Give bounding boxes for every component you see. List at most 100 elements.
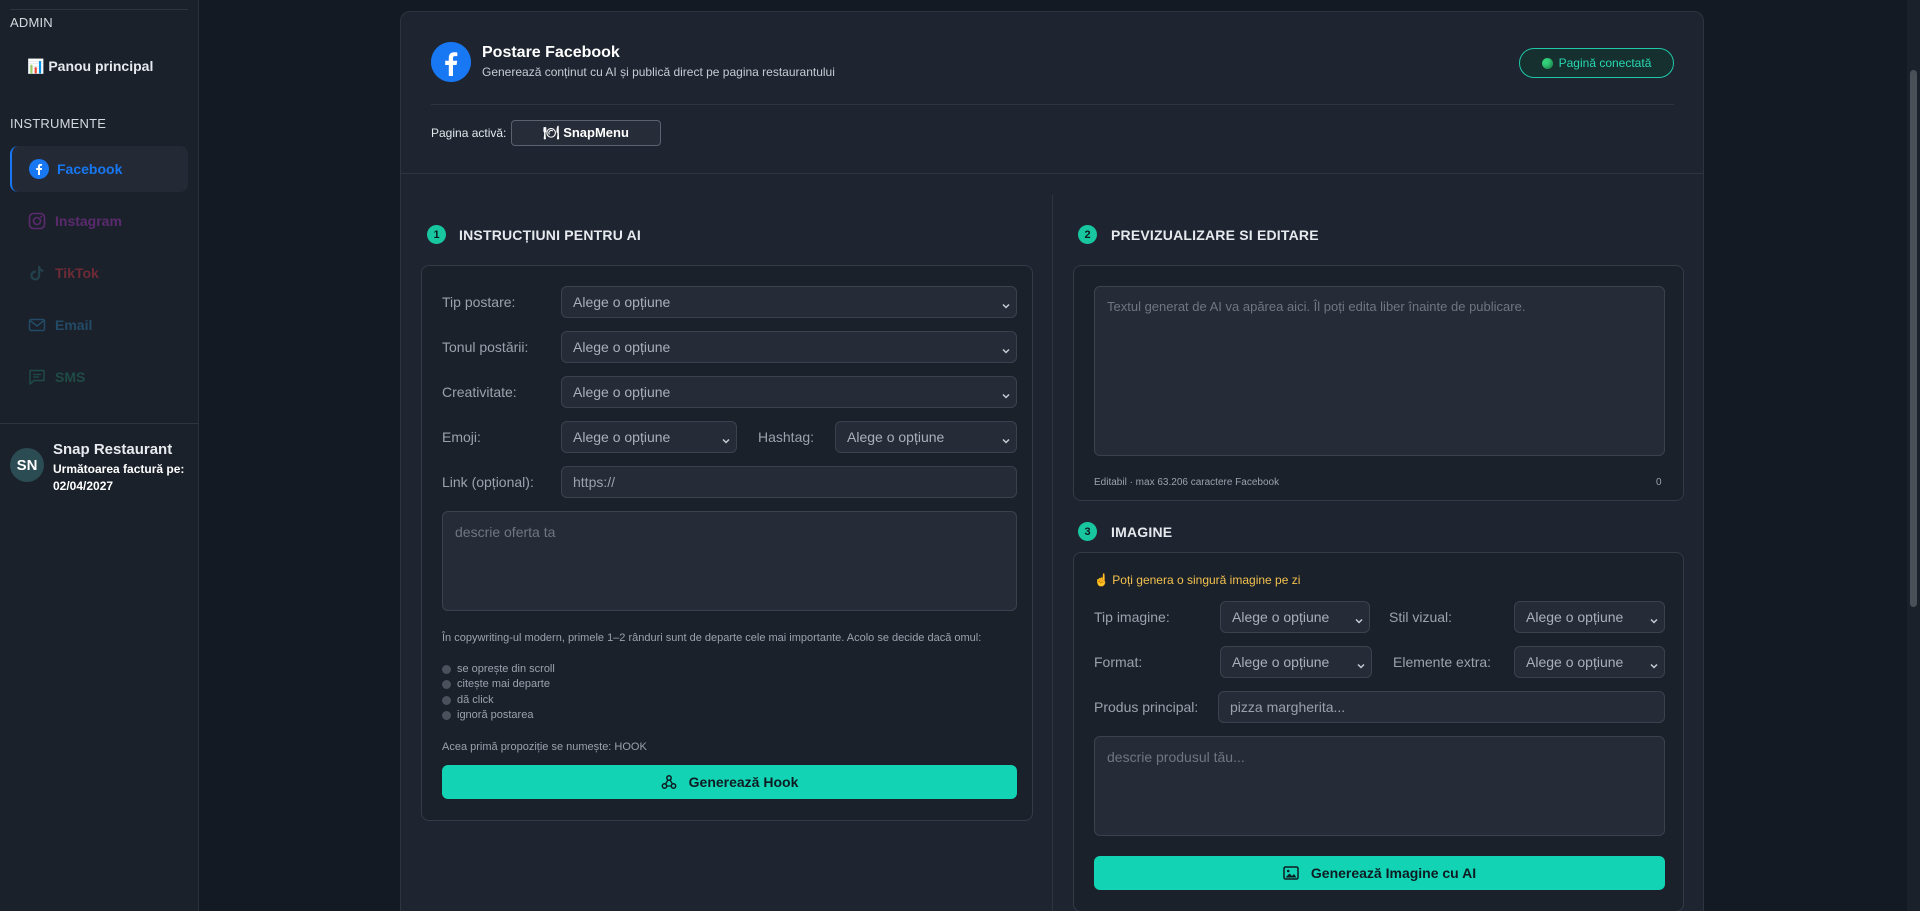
generate-hook-button[interactable]: Generează Hook [442, 765, 1017, 799]
chevron-down-icon [1354, 613, 1364, 629]
image-title: IMAGINE [1111, 524, 1173, 540]
bullet-text: citește mai departe [457, 678, 550, 690]
bullet-dot-icon [442, 679, 451, 689]
facebook-post-card: Postare Facebook Generează conținut cu A… [400, 11, 1704, 911]
hashtag-select[interactable]: Alege o opțiune [835, 421, 1017, 453]
image-icon [1283, 866, 1299, 880]
tone-label: Tonul postării: [442, 339, 529, 355]
instructions-panel: Tip postare: Alege o opțiune Tonul postă… [421, 265, 1033, 821]
creativity-select[interactable]: Alege o opțiune [561, 376, 1017, 408]
connected-status-badge: Pagină conectată [1519, 48, 1674, 78]
sidebar-item-label: Instagram [55, 213, 122, 229]
bullet-dot-icon [442, 710, 451, 720]
column-divider [1052, 195, 1053, 911]
sidebar-item-label: Email [55, 317, 93, 333]
creativity-label: Creativitate: [442, 384, 517, 400]
sidebar-item-sms[interactable]: SMS [10, 354, 188, 400]
extra-elements-value: Alege o opțiune [1526, 654, 1624, 670]
generate-image-label: Generează Imagine cu AI [1310, 865, 1477, 881]
bullet-text: dă click [457, 694, 494, 706]
envelope-icon [27, 315, 47, 335]
format-label: Format: [1094, 654, 1143, 670]
bullet-dot-icon [442, 695, 451, 705]
scrollbar-thumb[interactable] [1910, 70, 1917, 607]
preview-panel: Textul generat de AI va apărea aici. Îl … [1073, 265, 1684, 501]
instructions-title: INSTRUCȚIUNI PENTRU AI [459, 227, 641, 243]
instagram-icon [27, 211, 47, 231]
next-invoice-date: 02/04/2027 [53, 479, 114, 493]
step-3-badge: 3 [1078, 522, 1097, 541]
hashtag-label: Hashtag: [758, 429, 815, 445]
emoji-value: Alege o opțiune [573, 429, 671, 445]
character-count: 0 [1656, 477, 1662, 488]
sidebar: ADMIN 📊 Panou principal INSTRUMENTE Face… [0, 0, 199, 911]
emoji-select[interactable]: Alege o opțiune [561, 421, 737, 453]
post-type-label: Tip postare: [442, 294, 516, 310]
sidebar-item-tiktok[interactable]: TikTok [10, 250, 188, 296]
step-2-badge: 2 [1078, 225, 1097, 244]
hook-note: Acea primă propoziție se numește: HOOK [442, 741, 647, 753]
image-type-value: Alege o opțiune [1232, 609, 1330, 625]
sidebar-item-label: SMS [55, 369, 86, 385]
header-divider [431, 104, 1674, 105]
link-input[interactable]: https:// [561, 466, 1017, 498]
list-item: citește mai departe [442, 678, 550, 690]
chevron-down-icon [1001, 388, 1011, 404]
page-scrollbar[interactable] [1907, 0, 1920, 911]
active-page-label: Pagina activă: [431, 126, 507, 140]
next-invoice-label: Următoarea factură pe: [53, 462, 185, 476]
chevron-down-icon [1001, 298, 1011, 314]
preview-title: PREVIZUALIZARE SI EDITARE [1111, 227, 1319, 243]
sidebar-section-admin: ADMIN [10, 15, 53, 30]
tone-select[interactable]: Alege o opțiune [561, 331, 1017, 363]
facebook-logo-icon [431, 42, 471, 82]
visual-style-label: Stil vizual: [1389, 609, 1453, 625]
chevron-down-icon [721, 433, 731, 449]
sidebar-item-instagram[interactable]: Instagram [10, 198, 188, 244]
avatar[interactable]: SN [10, 448, 44, 482]
product-description-textarea[interactable]: descrie produsul tău... [1094, 736, 1665, 836]
hook-hint-text: În copywriting-ul modern, primele 1–2 râ… [442, 632, 982, 644]
link-label: Link (opțional): [442, 474, 534, 490]
visual-style-select[interactable]: Alege o opțiune [1514, 601, 1665, 633]
image-type-select[interactable]: Alege o opțiune [1220, 601, 1370, 633]
card-divider [401, 173, 1703, 174]
post-type-value: Alege o opțiune [573, 294, 671, 310]
main-product-input[interactable]: pizza margherita... [1218, 691, 1665, 723]
chevron-down-icon [1001, 433, 1011, 449]
sidebar-item-dashboard[interactable]: 📊 Panou principal [10, 43, 188, 89]
generate-image-button[interactable]: Generează Imagine cu AI [1094, 856, 1665, 890]
creativity-value: Alege o opțiune [573, 384, 671, 400]
message-icon [27, 367, 47, 387]
sidebar-item-email[interactable]: Email [10, 302, 188, 348]
sidebar-item-label: Facebook [57, 161, 123, 177]
facebook-icon [29, 159, 49, 179]
account-name: Snap Restaurant [53, 441, 173, 458]
list-item: se oprește din scroll [442, 663, 555, 675]
sidebar-item-facebook[interactable]: Facebook [10, 146, 188, 192]
emoji-label: Emoji: [442, 429, 481, 445]
image-type-label: Tip imagine: [1094, 609, 1170, 625]
format-value: Alege o opțiune [1232, 654, 1330, 670]
offer-description-textarea[interactable]: descrie oferta ta [442, 511, 1017, 611]
image-panel: ☝️ Poți genera o singură imagine pe zi T… [1073, 552, 1684, 911]
bullet-text: ignoră postarea [457, 709, 534, 721]
extra-elements-select[interactable]: Alege o opțiune [1514, 646, 1665, 678]
format-select[interactable]: Alege o opțiune [1220, 646, 1372, 678]
page-title: Postare Facebook [482, 44, 620, 61]
connected-status-label: Pagină conectată [1558, 56, 1652, 70]
generate-hook-label: Generează Hook [688, 774, 799, 790]
active-page-button[interactable]: 🍽 SnapMenu [511, 120, 661, 146]
hook-icon [661, 774, 677, 790]
step-1-badge: 1 [427, 225, 446, 244]
post-type-select[interactable]: Alege o opțiune [561, 286, 1017, 318]
tiktok-icon [27, 263, 47, 283]
sidebar-divider [0, 423, 199, 424]
generated-text-textarea[interactable]: Textul generat de AI va apărea aici. Îl … [1094, 286, 1665, 456]
list-item: dă click [442, 694, 494, 706]
status-dot-icon [1541, 57, 1553, 69]
character-limit-note: Editabil · max 63.206 caractere Facebook [1094, 477, 1280, 488]
chevron-down-icon [1649, 658, 1659, 674]
extra-elements-label: Elemente extra: [1393, 654, 1492, 670]
visual-style-value: Alege o opțiune [1526, 609, 1624, 625]
